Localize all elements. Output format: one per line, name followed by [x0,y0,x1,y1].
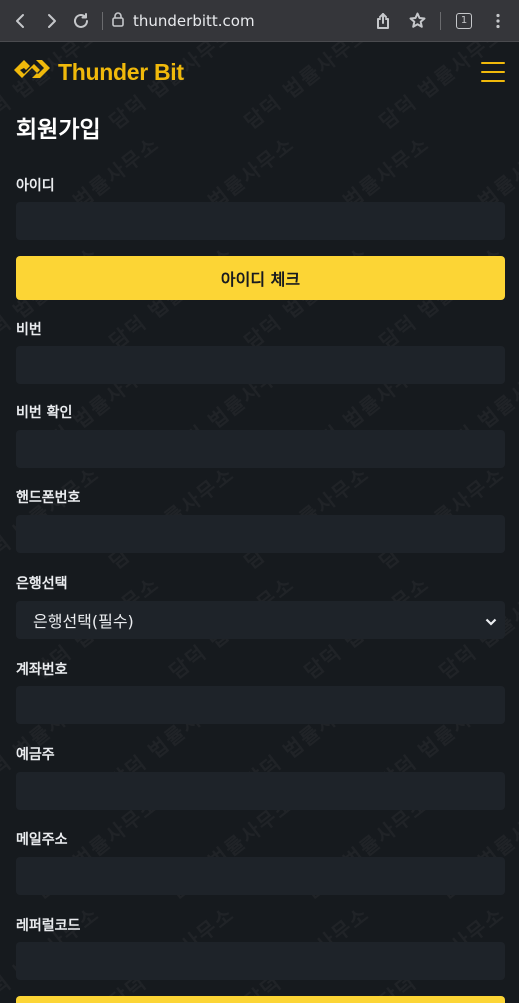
url-text: thunderbitt.com [133,11,255,30]
id-label: 아이디 [16,178,55,194]
account-label: 계좌번호 [16,662,68,678]
page-title: 회원가입 [16,117,101,143]
bank-select[interactable]: 은행선택(필수) [16,601,505,639]
password-confirm-input[interactable] [16,430,505,468]
tab-count: 1 [456,12,472,29]
thunder-bit-logo-icon [12,55,52,89]
email-label: 메일주소 [16,832,68,848]
id-input[interactable] [16,202,505,240]
email-input[interactable] [16,857,505,895]
account-input[interactable] [16,686,505,724]
share-icon[interactable] [368,6,398,36]
password-label: 비번 [16,322,42,338]
password-input[interactable] [16,346,505,384]
chevron-down-icon [485,611,497,630]
logo[interactable]: Thunder Bit [12,55,184,89]
divider [440,11,441,30]
browser-toolbar: thunderbitt.com 1 [0,0,519,42]
phone-input[interactable] [16,515,505,553]
id-check-button[interactable]: 아이디 체크 [16,256,505,300]
forward-icon[interactable] [36,6,66,36]
divider [102,11,103,30]
phone-label: 핸드폰번호 [16,490,81,506]
reload-icon[interactable] [66,6,96,36]
password-confirm-label: 비번 확인 [16,405,73,421]
tab-switcher[interactable]: 1 [449,6,479,36]
site-header: Thunder Bit [0,42,519,102]
holder-label: 예금주 [16,747,55,763]
bank-label: 은행선택 [16,576,68,592]
referral-input[interactable] [16,942,505,980]
hamburger-menu-icon[interactable] [481,62,505,82]
referral-label: 레퍼럴코드 [16,918,81,934]
bank-select-value: 은행선택(필수) [33,612,134,631]
submit-button[interactable] [16,996,505,1003]
bookmark-star-icon[interactable] [402,6,432,36]
back-icon[interactable] [6,6,36,36]
lock-icon [111,11,125,31]
logo-text: Thunder Bit [58,58,184,85]
address-bar[interactable]: thunderbitt.com [102,6,368,36]
holder-input[interactable] [16,772,505,810]
kebab-menu-icon[interactable] [483,6,513,36]
